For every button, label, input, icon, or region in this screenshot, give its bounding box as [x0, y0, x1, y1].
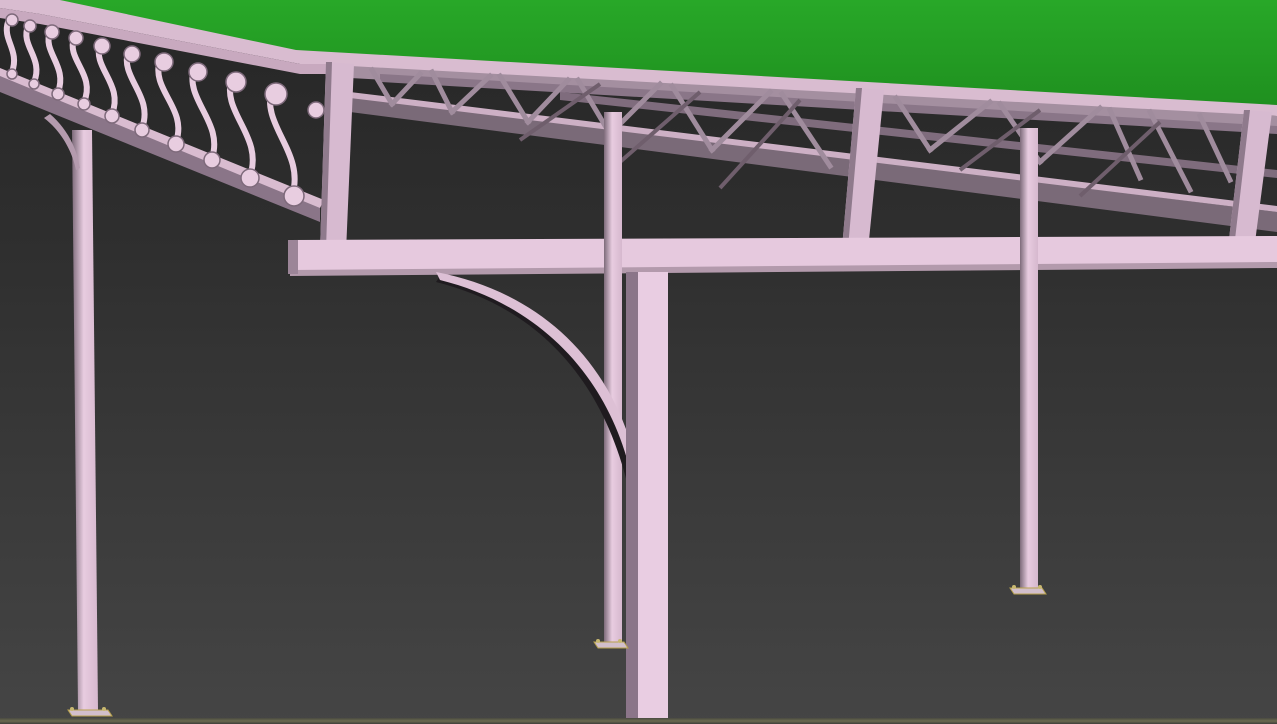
main-column-side [626, 272, 638, 718]
bolt [102, 707, 106, 711]
column-icon [72, 112, 1038, 710]
bolt [1038, 585, 1042, 589]
back-column-right [1020, 128, 1038, 588]
bolt [1012, 585, 1016, 589]
bolt [618, 639, 622, 643]
bolt [70, 707, 74, 711]
left-column [72, 130, 98, 710]
back-column-center [604, 112, 622, 646]
base-plate-center [593, 641, 629, 649]
viewport-3d[interactable] [0, 0, 1277, 724]
base-plates [67, 585, 1047, 717]
main-column-front [638, 272, 668, 718]
ground-plane-edge [0, 718, 1277, 724]
canopy-scene [0, 0, 1277, 718]
bolt [596, 639, 600, 643]
main-beam-end [288, 240, 298, 274]
base-plate-left [67, 709, 113, 717]
